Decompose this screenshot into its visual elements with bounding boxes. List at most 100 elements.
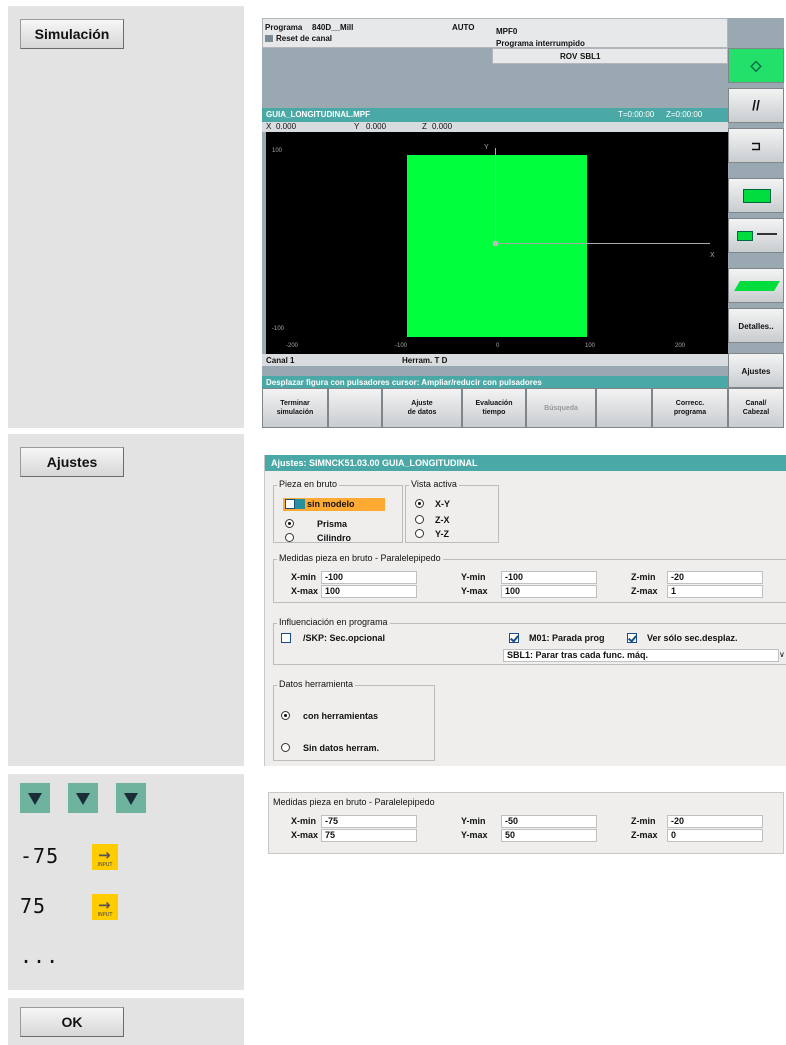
ver-label: Ver sólo sec.desplaz. [647, 633, 738, 643]
tick-label: 200 [675, 343, 686, 349]
step-ok-cell: OK [8, 998, 244, 1045]
softkey-empty-1[interactable] [328, 388, 382, 428]
ymax-label: Y-max [461, 586, 488, 596]
sbl-select[interactable]: SBL1: Parar tras cada func. máq. [503, 649, 779, 662]
zmin-label: Z-min [631, 572, 656, 582]
excerpt-zmin-field[interactable]: -20 [667, 815, 763, 828]
mode-label: AUTO [452, 23, 475, 32]
busqueda-softkey[interactable]: Búsqueda [526, 388, 596, 428]
xmax-field[interactable]: 100 [321, 585, 417, 598]
evaluacion-tiempo-softkey[interactable]: Evaluación tiempo [462, 388, 526, 428]
coord-bar [262, 122, 728, 132]
tick-label: 100 [585, 343, 596, 349]
cilindro-label: Cilindro [317, 533, 351, 543]
xmin-field[interactable]: -100 [321, 571, 417, 584]
ajustes-key[interactable]: Ajustes [20, 447, 124, 477]
sbl-label: SBL1 [580, 52, 601, 61]
sin-modelo-label: sin modelo [307, 499, 355, 509]
tool-change-icon[interactable]: ⊐ [728, 128, 784, 163]
softkey-empty-2[interactable] [596, 388, 652, 428]
correc-programa-softkey[interactable]: Correcc. programa [652, 388, 728, 428]
canal-label: Canal 1 [266, 356, 295, 365]
vista-yz-radio[interactable] [415, 529, 424, 538]
ellipsis: ... [20, 944, 60, 968]
ymin-field[interactable]: -100 [501, 571, 597, 584]
y-coord-value: 0.000 [366, 122, 387, 131]
excerpt-ymin-label: Y-min [461, 816, 486, 826]
xmin-label: X-min [291, 572, 317, 582]
tick-label: -200 [286, 343, 299, 349]
hint-text: Desplazar figura con pulsadores cursor: … [266, 378, 542, 387]
excerpt-xmin-field[interactable]: -75 [321, 815, 417, 828]
tool-icon[interactable] [728, 218, 784, 253]
sin-modelo-checkbox[interactable] [285, 499, 295, 509]
simulacion-key[interactable]: Simulación [20, 19, 124, 49]
vista-xy-radio[interactable] [415, 499, 424, 508]
reset-icon [265, 35, 273, 42]
skp-checkbox[interactable] [281, 633, 291, 643]
blank-workpiece [407, 155, 587, 337]
value-75: 75 [20, 894, 47, 918]
rov-label: ROV [560, 52, 578, 61]
excerpt-zmax-field[interactable]: 0 [667, 829, 763, 842]
chevron-down-icon[interactable]: ∨ [779, 650, 785, 659]
input-key-icon[interactable]: → INPUT [92, 894, 118, 920]
m01-checkbox[interactable] [509, 633, 519, 643]
scale-bottom: -100 [272, 326, 285, 332]
xmax-label: X-max [291, 586, 319, 596]
scale-top: 100 [272, 148, 283, 154]
con-herr-radio[interactable] [281, 711, 290, 720]
origin-marker [493, 241, 498, 246]
sin-modelo-icon [295, 499, 305, 509]
input-key-icon[interactable]: → INPUT [92, 844, 118, 870]
cursor-down-key-3[interactable] [116, 783, 146, 813]
tick-label: -100 [395, 343, 408, 349]
vista-xy-label: X-Y [435, 499, 451, 509]
value-minus-75: -75 [20, 844, 60, 868]
parallel-lines-icon[interactable]: // [728, 88, 784, 123]
influ-group-label: Influenciación en programa [277, 617, 390, 627]
zmax-field[interactable]: 1 [667, 585, 763, 598]
excerpt-ymin-field[interactable]: -50 [501, 815, 597, 828]
excerpt-group-label: Medidas pieza en bruto - Paralelepipedo [273, 797, 435, 807]
time-1: T=0:00:00 [618, 110, 655, 119]
cursor-down-key-2[interactable] [68, 783, 98, 813]
excerpt-ymax-label: Y-max [461, 830, 488, 840]
cycle-start-key[interactable]: ◇ [728, 48, 784, 83]
canal-cabezal-softkey[interactable]: Canal/ Cabezal [728, 388, 784, 428]
reset-text: Reset de canal [276, 34, 333, 43]
ymax-field[interactable]: 100 [501, 585, 597, 598]
con-herr-label: con herramientas [303, 711, 379, 721]
vista-yz-label: Y-Z [435, 529, 450, 539]
workpiece-3d-icon[interactable] [728, 268, 784, 303]
programa-label: Programa [265, 23, 303, 32]
axis-y-label: Y [484, 144, 489, 151]
ymin-label: Y-min [461, 572, 486, 582]
detalles-softkey[interactable]: Detalles.. [728, 308, 784, 343]
m01-label: M01: Parada prog [529, 633, 605, 643]
ver-checkbox[interactable] [627, 633, 637, 643]
excerpt-xmax-label: X-max [291, 830, 319, 840]
medidas-group-label: Medidas pieza en bruto - Paralelepipedo [277, 553, 443, 563]
excerpt-zmin-label: Z-min [631, 816, 656, 826]
settings-title: Ajustes: SIMNCK51.03.00 GUIA_LONGITUDINA… [271, 458, 478, 468]
terminar-simulacion-softkey[interactable]: Terminar simulación [262, 388, 328, 428]
cursor-down-key-1[interactable] [20, 783, 50, 813]
settings-screen: Ajustes: SIMNCK51.03.00 GUIA_LONGITUDINA… [264, 455, 786, 766]
time-2: Z=0:00:00 [666, 110, 703, 119]
cilindro-radio[interactable] [285, 533, 294, 542]
excerpt-ymax-field[interactable]: 50 [501, 829, 597, 842]
x-coord-value: 0.000 [276, 122, 297, 131]
excerpt-xmax-field[interactable]: 75 [321, 829, 417, 842]
ajuste-datos-softkey[interactable]: Ajuste de datos [382, 388, 462, 428]
prisma-radio[interactable] [285, 519, 294, 528]
excerpt-xmin-label: X-min [291, 816, 317, 826]
vista-zx-radio[interactable] [415, 515, 424, 524]
step-ajustes-cell: Ajustes [8, 434, 244, 766]
vista-zx-label: Z-X [435, 515, 450, 525]
sin-herr-radio[interactable] [281, 743, 290, 752]
zmin-field[interactable]: -20 [667, 571, 763, 584]
blank-view-icon[interactable] [728, 178, 784, 213]
ajustes-softkey[interactable]: Ajustes [728, 353, 784, 388]
ok-key[interactable]: OK [20, 1007, 124, 1037]
